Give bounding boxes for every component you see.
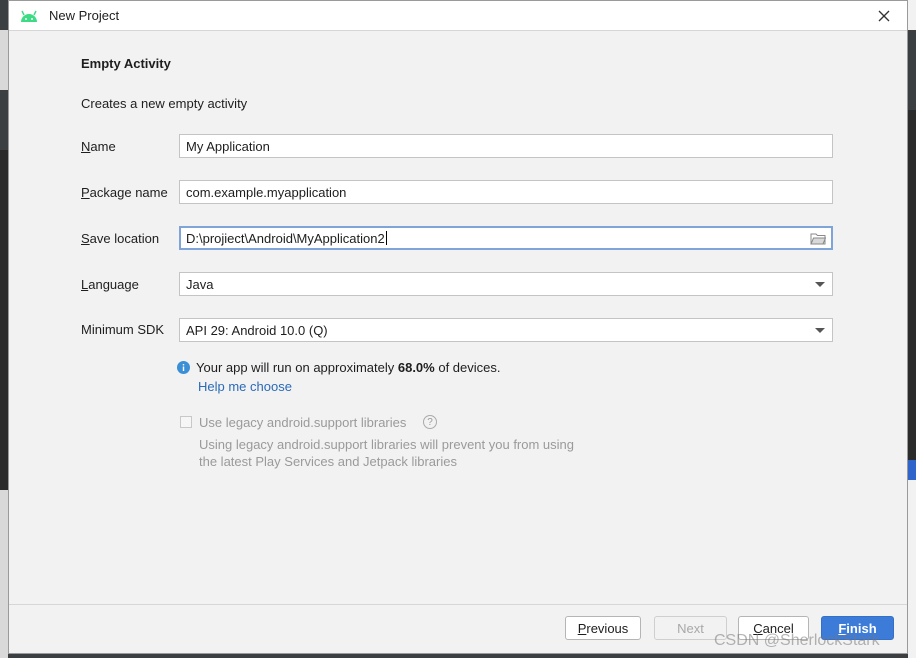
title-bar: New Project [9, 1, 907, 31]
background-window-right [908, 0, 916, 658]
previous-button[interactable]: Previous [565, 616, 641, 640]
language-dropdown[interactable]: Java [179, 272, 833, 296]
chevron-down-icon [815, 328, 825, 333]
name-input[interactable]: My Application [179, 134, 833, 158]
save-location-input[interactable]: D:\projiect\Android\MyApplication2 [179, 226, 833, 250]
legacy-support-checkbox[interactable] [180, 416, 192, 428]
info-icon [177, 361, 190, 374]
background-window-left [0, 0, 8, 658]
name-label: Name [81, 139, 116, 154]
legacy-support-description: Using legacy android.support libraries w… [199, 437, 575, 469]
window-title: New Project [49, 8, 120, 23]
save-location-label: Save location [81, 231, 160, 246]
device-coverage-percent: 68.0% [397, 360, 435, 375]
language-value: Java [186, 276, 214, 292]
question-icon[interactable]: ? [423, 415, 437, 429]
text-caret [385, 231, 387, 245]
package-name-input[interactable]: com.example.myapplication [179, 180, 833, 204]
page-description: Creates a new empty activity [81, 96, 248, 111]
android-icon [21, 10, 37, 22]
new-project-dialog: New Project Empty Activity Creates a new… [8, 0, 908, 654]
device-coverage-text: Your app will run on approximately 68.0%… [196, 360, 501, 375]
footer-divider [9, 604, 907, 605]
close-icon [878, 10, 890, 22]
minimum-sdk-label: Minimum SDK [81, 322, 165, 337]
package-name-label: Package name [81, 185, 168, 200]
next-button[interactable]: Next [654, 616, 727, 640]
package-name-value: com.example.myapplication [186, 184, 347, 200]
chevron-down-icon [815, 282, 825, 287]
cancel-button[interactable]: Cancel [738, 616, 809, 640]
name-input-value: My Application [186, 138, 270, 154]
save-location-value: D:\projiect\Android\MyApplication2 [186, 230, 385, 246]
minimum-sdk-dropdown[interactable]: API 29: Android 10.0 (Q) [179, 318, 833, 342]
legacy-support-label: Use legacy android.support libraries [199, 415, 407, 430]
help-me-choose-link[interactable]: Help me choose [198, 379, 292, 394]
finish-button[interactable]: Finish [821, 616, 894, 640]
close-button[interactable] [871, 5, 897, 27]
folder-browse-icon[interactable] [810, 232, 826, 245]
language-label: Language [81, 277, 139, 292]
minimum-sdk-value: API 29: Android 10.0 (Q) [186, 322, 328, 338]
page-heading: Empty Activity [81, 56, 171, 71]
